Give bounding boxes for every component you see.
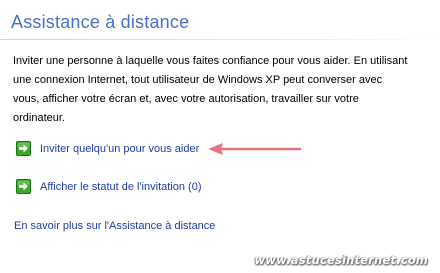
description-line: ordinateur. (13, 112, 65, 124)
green-arrow-icon (16, 179, 31, 194)
description-text: Inviter une personne à laquelle vous fai… (13, 52, 433, 128)
description-line: Inviter une personne à laquelle vous fai… (13, 55, 408, 67)
page-title: Assistance à distance (11, 12, 190, 32)
invitation-status-task[interactable]: Afficher le statut de l'invitation (0) (16, 179, 201, 194)
learn-more-link[interactable]: En savoir plus sur l'Assistance à distan… (14, 220, 215, 232)
description-line: vous, afficher votre écran et, avec votr… (13, 93, 359, 105)
green-arrow-icon (16, 141, 31, 156)
invite-someone-task[interactable]: Inviter quelqu'un pour vous aider (16, 141, 199, 156)
pointer-arrow-annotation (208, 143, 302, 155)
title-divider (0, 39, 440, 40)
remote-assistance-panel: Assistance à distance Inviter une person… (0, 0, 440, 273)
invite-someone-link[interactable]: Inviter quelqu'un pour vous aider (40, 143, 199, 155)
description-line: une connexion Internet, tout utilisateur… (13, 74, 383, 86)
site-watermark: www.astucesinternet.com (254, 253, 428, 267)
invitation-status-link[interactable]: Afficher le statut de l'invitation (0) (40, 181, 201, 193)
